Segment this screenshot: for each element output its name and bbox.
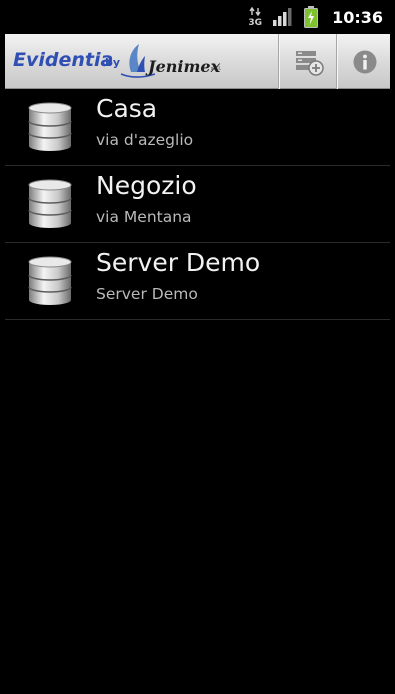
add-server-icon	[295, 50, 324, 76]
network-type-label: 3G	[248, 17, 263, 28]
server-name: Negozio	[96, 171, 197, 200]
list-item-negozio[interactable]: Negozio via Mentana	[5, 166, 390, 243]
status-bar: 3G 10:36	[0, 0, 395, 34]
database-icon	[28, 102, 72, 151]
action-bar: Evidentia by Jenimex s.r.l.	[5, 34, 390, 89]
logo-title: Evidentia	[13, 49, 113, 71]
server-list: Casa via d'azeglio Negozio via Mentana S…	[5, 89, 390, 320]
status-clock: 10:36	[332, 7, 383, 27]
server-address: via d'azeglio	[96, 131, 194, 149]
logo-brand: Jenimex	[145, 57, 221, 76]
server-address: Server Demo	[96, 285, 198, 303]
network-indicator: 3G	[248, 6, 263, 28]
logo-by: by	[105, 56, 120, 69]
server-address: via Mentana	[96, 208, 192, 226]
data-arrows-icon	[249, 6, 261, 16]
list-item-casa[interactable]: Casa via d'azeglio	[5, 89, 390, 166]
app-logo: Evidentia by Jenimex s.r.l.	[13, 44, 222, 78]
signal-bars-icon	[273, 8, 292, 26]
database-icon	[28, 256, 72, 305]
battery-charging-icon	[304, 6, 319, 28]
status-icons: 3G 10:36	[248, 0, 383, 34]
list-item-server-demo[interactable]: Server Demo Server Demo	[5, 243, 390, 320]
info-icon	[353, 50, 376, 73]
action-bar-divider	[278, 34, 279, 89]
info-button[interactable]	[337, 34, 392, 89]
server-name: Casa	[96, 94, 158, 123]
database-icon	[28, 179, 72, 228]
server-name: Server Demo	[96, 248, 261, 277]
add-server-button[interactable]	[281, 34, 336, 89]
logo-suffix: s.r.l.	[211, 66, 222, 72]
